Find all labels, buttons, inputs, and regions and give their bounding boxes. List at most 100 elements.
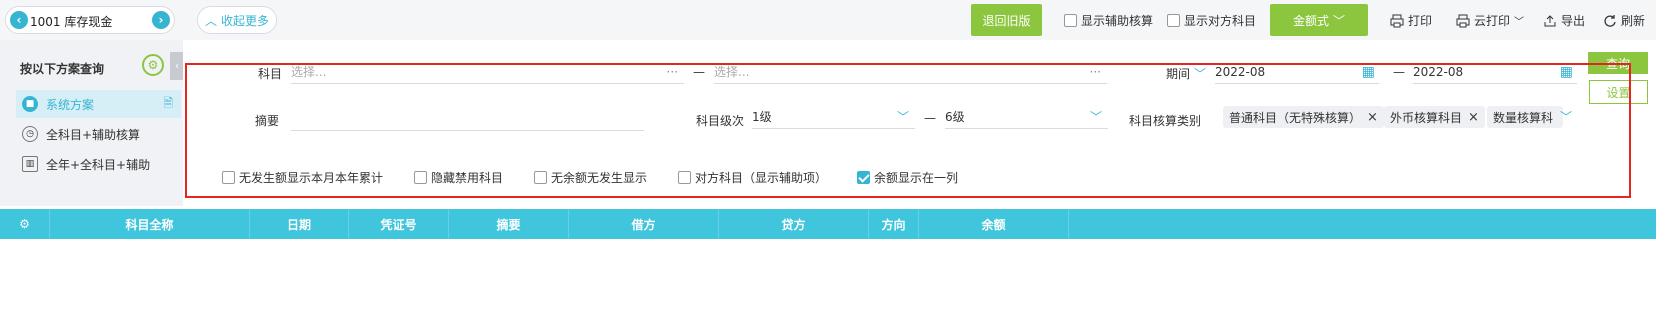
scheme-item-all-aux[interactable]: ◷ 全科目+辅助核算 bbox=[16, 120, 181, 148]
collapse-more-label: 收起更多 bbox=[221, 13, 270, 28]
option-label: 无发生额显示本月本年累计 bbox=[239, 171, 384, 185]
subject-label: 科目 bbox=[258, 67, 283, 81]
checkbox-icon[interactable] bbox=[1064, 14, 1077, 27]
more-dots-icon[interactable]: ··· bbox=[1090, 65, 1101, 79]
column-header[interactable]: 借方 bbox=[569, 209, 719, 239]
scheme-item-system[interactable]: ■ 系统方案 🗎 bbox=[16, 90, 181, 118]
chevron-down-icon: ﹀ bbox=[1333, 13, 1346, 28]
table-header: ⚙ 科目全称 日期 凭证号 摘要 借方 贷方 方向 余额 bbox=[0, 209, 1656, 239]
period-from-value: 2022-08 bbox=[1215, 64, 1266, 79]
period-to-value: 2022-08 bbox=[1413, 64, 1464, 79]
calc-type-tag[interactable]: 数量核算科 bbox=[1487, 106, 1563, 128]
checkbox-checked-icon[interactable] bbox=[857, 171, 870, 184]
export-button[interactable]: 导出 bbox=[1543, 12, 1585, 29]
prev-account-icon[interactable]: ‹ bbox=[10, 11, 28, 29]
top-toolbar: ‹ 1001 库存现金 › ︿ 收起更多 退回旧版 显示辅助核算 显示对方科目 … bbox=[0, 0, 1656, 40]
range-dash: — bbox=[1393, 65, 1405, 79]
column-header[interactable]: 科目全称 bbox=[50, 209, 250, 239]
option-checkbox-no-occurrence[interactable]: 无发生额显示本月本年累计 bbox=[222, 169, 383, 186]
scheme-item-label: 全科目+辅助核算 bbox=[46, 127, 141, 142]
subject-to-field[interactable]: 选择... ··· bbox=[714, 60, 1107, 84]
show-counter-checkbox[interactable]: 显示对方科目 bbox=[1167, 12, 1256, 29]
calendar-icon[interactable]: ▦ bbox=[1362, 64, 1375, 80]
subject-to-placeholder: 选择... bbox=[714, 65, 750, 79]
save-icon[interactable]: 🗎 bbox=[163, 94, 173, 115]
close-icon[interactable]: × bbox=[1468, 110, 1479, 125]
period-to-field[interactable]: 2022-08 ▦ bbox=[1413, 60, 1577, 84]
option-checkbox-no-balance[interactable]: 无余额无发生显示 bbox=[534, 169, 647, 186]
column-header[interactable]: 摘要 bbox=[449, 209, 569, 239]
checkbox-icon[interactable] bbox=[414, 171, 427, 184]
column-header[interactable]: 方向 bbox=[869, 209, 919, 239]
range-dash: — bbox=[693, 65, 705, 79]
period-from-field[interactable]: 2022-08 ▦ bbox=[1215, 60, 1379, 84]
option-label: 对方科目（显示辅助项） bbox=[695, 171, 828, 185]
refresh-button[interactable]: 刷新 bbox=[1603, 12, 1645, 29]
checkbox-icon[interactable] bbox=[534, 171, 547, 184]
checkbox-icon[interactable] bbox=[678, 171, 691, 184]
more-dots-icon[interactable]: ··· bbox=[667, 65, 678, 79]
settings-button[interactable]: 设置 bbox=[1589, 80, 1648, 104]
query-label: 查询 bbox=[1605, 56, 1630, 71]
chevron-down-icon: ﹀ bbox=[1194, 67, 1207, 81]
refresh-label: 刷新 bbox=[1621, 14, 1646, 28]
option-label: 无余额无发生显示 bbox=[551, 171, 648, 185]
column-settings-gear-icon[interactable]: ⚙ bbox=[0, 209, 50, 239]
table-header-filler bbox=[1069, 209, 1656, 239]
calendar-icon[interactable]: ▦ bbox=[1560, 64, 1573, 80]
export-label: 导出 bbox=[1561, 14, 1586, 28]
next-account-icon[interactable]: › bbox=[152, 11, 170, 29]
option-label: 余额显示在一列 bbox=[874, 171, 959, 185]
checkbox-icon[interactable] bbox=[222, 171, 235, 184]
option-checkbox-hide-disabled[interactable]: 隐藏禁用科目 bbox=[414, 169, 503, 186]
account-selector[interactable]: ‹ 1001 库存现金 › bbox=[5, 6, 175, 34]
show-aux-checkbox[interactable]: 显示辅助核算 bbox=[1064, 12, 1153, 29]
clock-icon: ◷ bbox=[22, 126, 38, 142]
calc-type-tag[interactable]: 外币核算科目 × bbox=[1384, 106, 1485, 128]
scheme-item-label: 系统方案 bbox=[46, 97, 95, 112]
range-dash: — bbox=[924, 111, 936, 125]
level-label: 科目级次 bbox=[696, 114, 745, 128]
level-to-select[interactable]: 6级 ﹀ bbox=[945, 105, 1108, 129]
option-checkbox-balance-one-column[interactable]: 余额显示在一列 bbox=[857, 169, 958, 186]
column-header[interactable]: 余额 bbox=[919, 209, 1069, 239]
collapse-more-button[interactable]: ︿ 收起更多 bbox=[197, 6, 277, 34]
collapse-panel-handle[interactable]: ‹ bbox=[170, 52, 184, 80]
level-from-select[interactable]: 1级 ﹀ bbox=[752, 105, 915, 129]
period-selector[interactable]: 期间 ﹀ bbox=[1166, 65, 1206, 82]
print-label: 打印 bbox=[1408, 14, 1433, 28]
export-icon bbox=[1544, 14, 1556, 26]
period-label: 期间 bbox=[1166, 67, 1191, 81]
back-old-version-label: 退回旧版 bbox=[982, 13, 1031, 28]
checkbox-icon[interactable] bbox=[1167, 14, 1180, 27]
refresh-icon bbox=[1604, 14, 1616, 27]
cloud-print-label: 云打印 bbox=[1474, 14, 1511, 28]
printer-icon bbox=[1456, 14, 1470, 27]
gear-icon[interactable]: ⚙ bbox=[142, 54, 164, 76]
scheme-item-year-all-aux[interactable]: ▥ 全年+全科目+辅助 bbox=[16, 150, 181, 178]
amount-format-dropdown[interactable]: 金额式 ﹀ bbox=[1270, 4, 1368, 36]
back-old-version-button[interactable]: 退回旧版 bbox=[971, 4, 1042, 36]
settings-label: 设置 bbox=[1606, 85, 1631, 100]
subject-from-field[interactable]: 选择... ··· bbox=[291, 60, 684, 84]
show-aux-label: 显示辅助核算 bbox=[1081, 14, 1154, 28]
query-button[interactable]: 查询 bbox=[1588, 52, 1648, 74]
chevron-down-icon[interactable]: ﹀ bbox=[1560, 108, 1572, 125]
calc-type-tag[interactable]: 普通科目（无特殊核算） × bbox=[1223, 106, 1384, 128]
column-header[interactable]: 凭证号 bbox=[349, 209, 449, 239]
cube-icon: ■ bbox=[22, 96, 38, 112]
option-checkbox-counter-aux[interactable]: 对方科目（显示辅助项） bbox=[678, 169, 827, 186]
amount-format-label: 金额式 bbox=[1292, 13, 1329, 28]
column-header[interactable]: 贷方 bbox=[719, 209, 869, 239]
column-header[interactable]: 日期 bbox=[250, 209, 349, 239]
level-from-value: 1级 bbox=[752, 110, 772, 124]
scheme-item-label: 全年+全科目+辅助 bbox=[46, 157, 151, 172]
chevron-up-icon: ︿ bbox=[204, 13, 217, 28]
tag-label: 外币核算科目 bbox=[1390, 110, 1463, 125]
cloud-print-button[interactable]: 云打印 ﹀ bbox=[1456, 12, 1524, 29]
calc-type-label: 科目核算类别 bbox=[1129, 114, 1202, 128]
summary-field[interactable] bbox=[291, 107, 644, 131]
close-icon[interactable]: × bbox=[1367, 110, 1378, 125]
summary-label: 摘要 bbox=[255, 114, 280, 128]
print-button[interactable]: 打印 bbox=[1390, 12, 1432, 29]
